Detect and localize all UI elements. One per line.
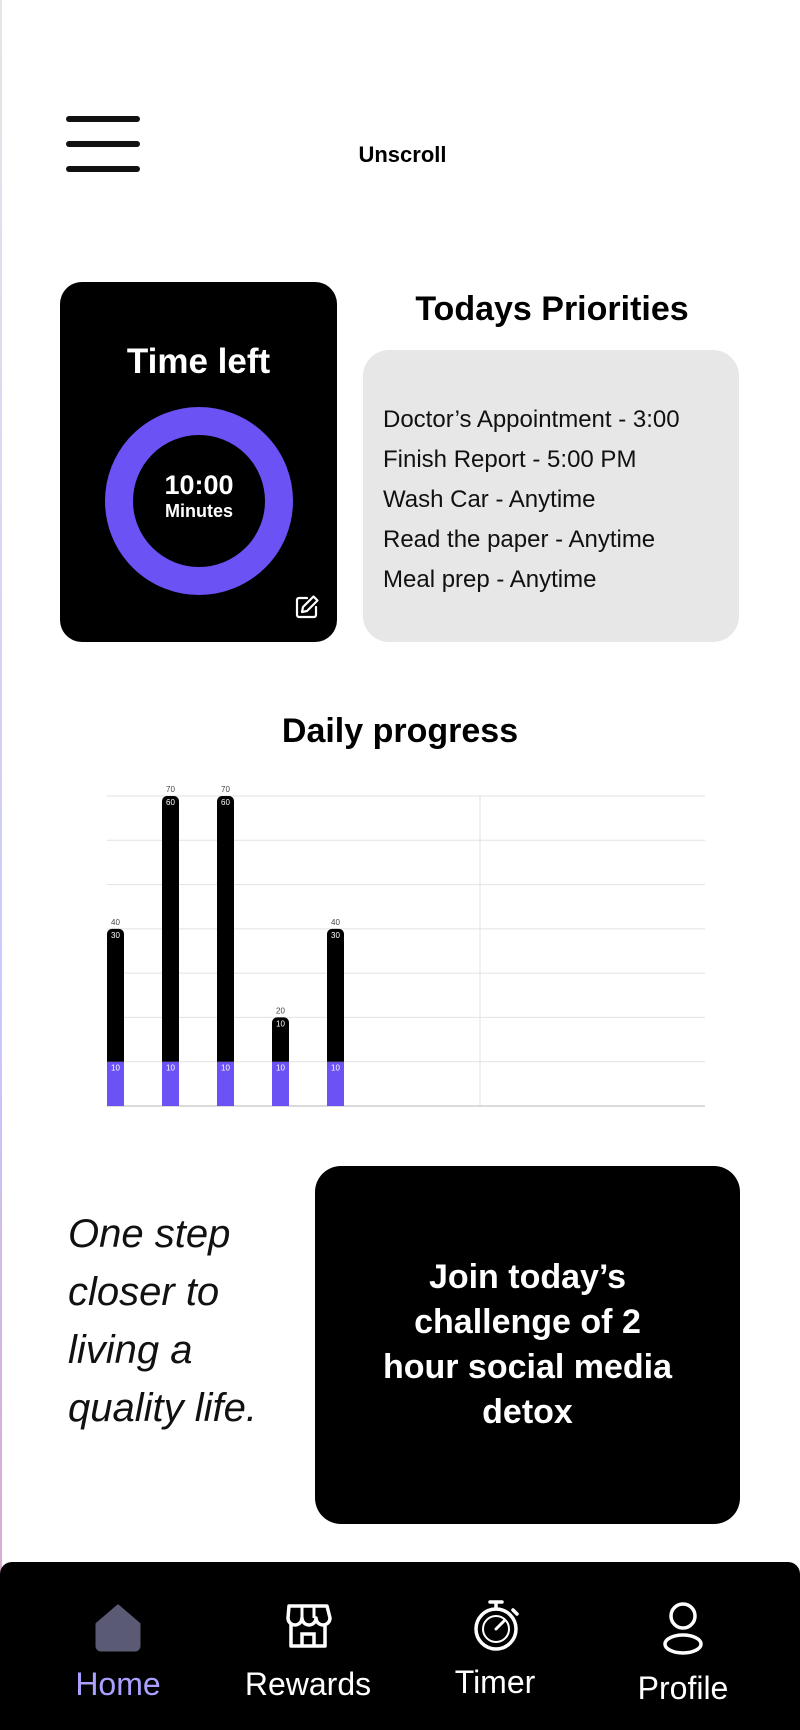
stopwatch-icon <box>474 1600 519 1651</box>
bar-total-label: 40 <box>111 918 120 927</box>
nav-rewards[interactable]: Rewards <box>218 1562 398 1730</box>
nav-home-label: Home <box>75 1666 161 1702</box>
window-edge <box>0 0 2 1730</box>
home-icon <box>95 1604 141 1652</box>
bar-segment-label: 30 <box>111 931 120 940</box>
time-left-card[interactable]: Time left 10:00 Minutes <box>60 282 337 642</box>
bar-segment-label: 60 <box>166 798 175 807</box>
priorities-title: Todays Priorities <box>415 290 689 328</box>
challenge-card[interactable]: Join today’s challenge of 2 hour social … <box>315 1166 740 1524</box>
priority-item[interactable]: Meal prep - Anytime <box>383 560 739 600</box>
nav-home[interactable]: Home <box>28 1562 208 1730</box>
time-left-label: Time left <box>126 342 271 381</box>
bar-segment-label: 10 <box>276 1019 285 1028</box>
timer-readout: 10:00 Minutes <box>104 470 294 522</box>
priorities-list: Doctor’s Appointment - 3:00 Finish Repor… <box>383 400 739 600</box>
bar-total-label: 70 <box>166 785 175 794</box>
daily-progress-chart: 10 30 40 10 60 70 10 60 70 10 10 20 10 30 40 <box>107 785 705 1107</box>
nav-profile-label: Profile <box>637 1670 729 1706</box>
bar-segment <box>162 796 179 1062</box>
edit-icon[interactable] <box>294 594 320 620</box>
motivational-quote: One step closer to living a quality life… <box>68 1212 257 1430</box>
priority-item[interactable]: Finish Report - 5:00 PM <box>383 440 739 480</box>
priority-item[interactable]: Doctor’s Appointment - 3:00 <box>383 400 739 440</box>
timer-value: 10:00 <box>164 470 234 500</box>
bar-segment-label: 10 <box>111 1064 120 1073</box>
store-icon <box>286 1604 332 1648</box>
bar-segment-label: 10 <box>331 1064 340 1073</box>
app-title: Unscroll <box>358 142 447 167</box>
nav-profile[interactable]: Profile <box>593 1562 773 1730</box>
bar-segment <box>327 928 344 1062</box>
bottom-nav: Home Rewards Timer Profile <box>0 1562 800 1730</box>
nav-timer-label: Timer <box>454 1664 536 1700</box>
bar-segment-label: 60 <box>221 798 230 807</box>
bar-segment-label: 10 <box>221 1064 230 1073</box>
timer-unit: Minutes <box>164 501 233 521</box>
nav-rewards-label: Rewards <box>244 1666 372 1702</box>
bar-total-label: 40 <box>331 918 340 927</box>
priorities-card[interactable]: Doctor’s Appointment - 3:00 Finish Repor… <box>363 350 739 642</box>
priority-item[interactable]: Wash Car - Anytime <box>383 480 739 520</box>
hamburger-menu-icon[interactable] <box>66 116 140 172</box>
bar-segment-label: 10 <box>166 1064 175 1073</box>
bar-total-label: 20 <box>276 1006 285 1015</box>
daily-progress-title: Daily progress <box>281 712 519 750</box>
bar-segment-label: 10 <box>276 1064 285 1073</box>
bar-segment-label: 30 <box>331 931 340 940</box>
person-icon <box>663 1602 703 1655</box>
bar-segment <box>107 928 124 1062</box>
nav-timer[interactable]: Timer <box>405 1562 585 1730</box>
challenge-text: Join today’s challenge of 2 hour social … <box>382 1258 673 1431</box>
bar-segment <box>217 796 234 1062</box>
priority-item[interactable]: Read the paper - Anytime <box>383 520 739 560</box>
bar-total-label: 70 <box>221 785 230 794</box>
